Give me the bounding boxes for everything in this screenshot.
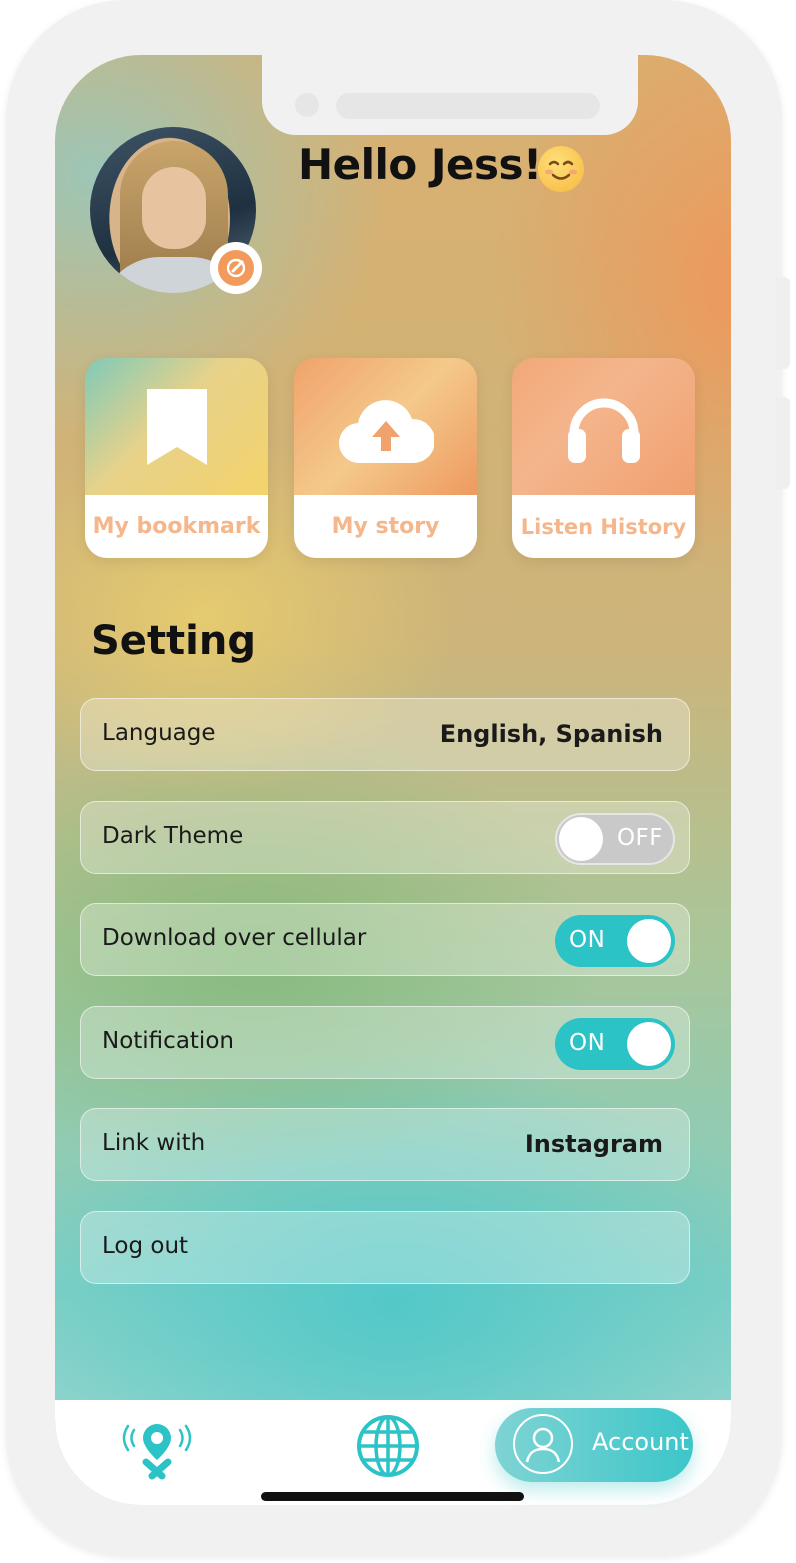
bookmark-icon — [146, 388, 207, 465]
toggle-state: ON — [569, 1030, 606, 1056]
smiling-face-icon — [538, 146, 584, 192]
bookmark-tile-label: My bookmark — [85, 495, 268, 558]
logout-row[interactable]: Log out — [80, 1211, 690, 1284]
home-indicator — [261, 1492, 524, 1501]
language-value: English, Spanish — [439, 720, 663, 748]
tab-explore[interactable] — [122, 1418, 192, 1480]
toggle-state: OFF — [616, 825, 663, 851]
bookmark-tile[interactable]: My bookmark — [85, 358, 268, 558]
location-pin-icon — [122, 1424, 192, 1480]
toggle-knob — [627, 1022, 671, 1066]
notification-toggle[interactable]: ON — [555, 1018, 675, 1070]
notification-label: Notification — [102, 1028, 234, 1054]
dark-theme-toggle[interactable]: OFF — [555, 813, 675, 865]
story-tile-label: My story — [294, 495, 477, 558]
settings-heading: Setting — [91, 618, 256, 664]
link-with-label: Link with — [102, 1130, 206, 1156]
logout-label: Log out — [102, 1233, 189, 1259]
headphones-icon — [567, 398, 640, 463]
toggle-knob — [627, 919, 671, 963]
link-with-row[interactable]: Link with Instagram — [80, 1108, 690, 1181]
story-tile[interactable]: My story — [294, 358, 477, 558]
language-label: Language — [102, 720, 216, 746]
listen-history-tile-label: Listen History — [512, 495, 695, 558]
tab-account-label: Account — [592, 1428, 689, 1456]
toggle-knob — [559, 817, 603, 861]
download-cellular-row: Download over cellular ON — [80, 903, 690, 976]
bookmark-tile-art — [85, 358, 268, 495]
listen-history-tile[interactable]: Listen History — [512, 358, 695, 558]
avatar-face — [142, 167, 206, 249]
front-camera — [295, 93, 319, 117]
dark-theme-label: Dark Theme — [102, 823, 244, 849]
volume-down-button — [776, 397, 790, 489]
language-row[interactable]: Language English, Spanish — [80, 698, 690, 771]
story-tile-art — [294, 358, 477, 495]
globe-icon — [357, 1415, 419, 1477]
toggle-state: ON — [569, 927, 606, 953]
cloud-upload-icon — [338, 399, 434, 463]
download-cellular-label: Download over cellular — [102, 925, 367, 951]
edit-avatar-button[interactable] — [210, 242, 262, 294]
tab-discover[interactable] — [355, 1413, 421, 1479]
listen-history-tile-art — [512, 358, 695, 495]
volume-up-button — [776, 277, 790, 369]
edit-pencil-icon — [218, 250, 254, 286]
tab-account[interactable]: Account — [495, 1408, 693, 1482]
dark-theme-row: Dark Theme OFF — [80, 801, 690, 874]
notification-row: Notification ON — [80, 1006, 690, 1079]
speaker-grille — [336, 93, 600, 119]
link-with-value: Instagram — [524, 1130, 663, 1158]
user-icon — [513, 1414, 573, 1474]
notch — [262, 55, 638, 135]
download-cellular-toggle[interactable]: ON — [555, 915, 675, 967]
greeting-title: Hello Jess! — [298, 140, 542, 189]
